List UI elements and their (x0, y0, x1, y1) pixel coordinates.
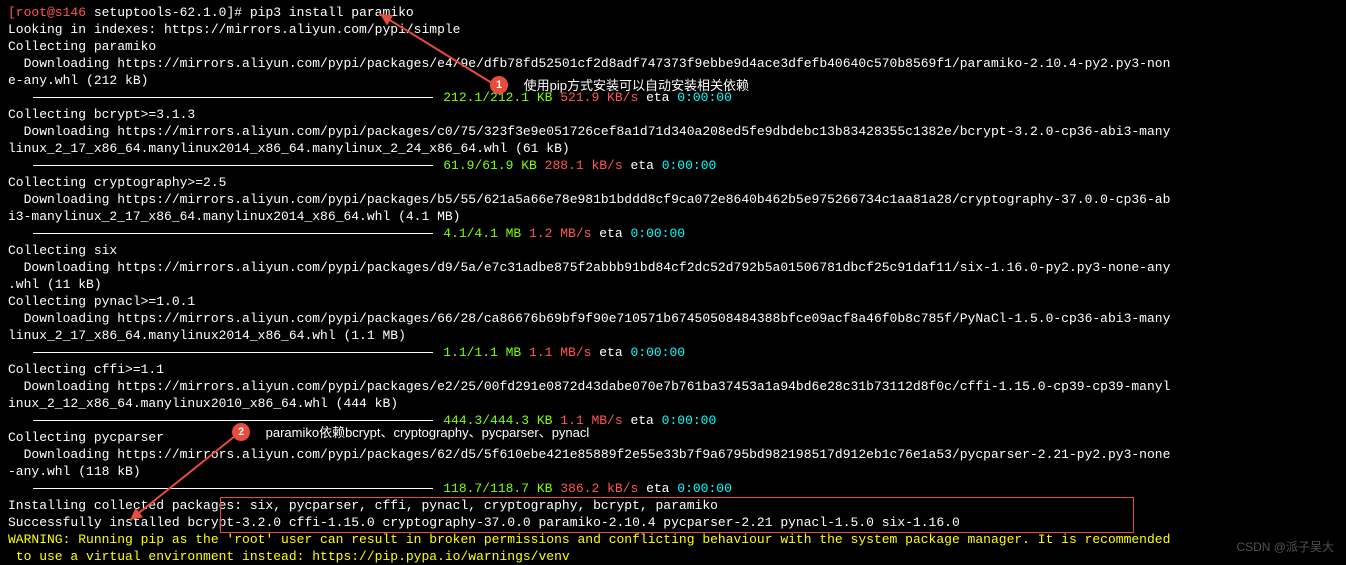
output-line: Downloading https://mirrors.aliyun.com/p… (8, 310, 1338, 327)
output-line: Collecting cffi>=1.1 (8, 361, 1338, 378)
progress-line: 444.3/444.3 KB 1.1 MB/s eta 0:00:00 (8, 412, 1338, 429)
output-line: Downloading https://mirrors.aliyun.com/p… (8, 446, 1338, 463)
watermark: CSDN @派子吴大 (1236, 539, 1334, 556)
output-line: Collecting pynacl>=1.0.1 (8, 293, 1338, 310)
progress-line: 118.7/118.7 KB 386.2 kB/s eta 0:00:00 (8, 480, 1338, 497)
output-line: Collecting six (8, 242, 1338, 259)
annotation-2: 2 paramiko依赖bcrypt、cryptography、pycparse… (232, 423, 589, 441)
output-line: Downloading https://mirrors.aliyun.com/p… (8, 259, 1338, 276)
output-line: Collecting cryptography>=2.5 (8, 174, 1338, 191)
warning-line: to use a virtual environment instead: ht… (8, 548, 1338, 565)
prompt-path: setuptools-62.1.0]# (86, 5, 242, 20)
annotation-2-text: paramiko依赖bcrypt、cryptography、pycparser、… (266, 424, 590, 441)
output-line: inux_2_12_x86_64.manylinux2010_x86_64.wh… (8, 395, 1338, 412)
command: pip3 install paramiko (242, 5, 414, 20)
warning-line: WARNING: Running pip as the 'root' user … (8, 531, 1338, 548)
output-line: Downloading https://mirrors.aliyun.com/p… (8, 378, 1338, 395)
output-line: i3-manylinux_2_17_x86_64.manylinux2014_x… (8, 208, 1338, 225)
output-line: Collecting bcrypt>=3.1.3 (8, 106, 1338, 123)
output-line: Downloading https://mirrors.aliyun.com/p… (8, 123, 1338, 140)
output-line: .whl (11 kB) (8, 276, 1338, 293)
annotation-1: 1 使用pip方式安装可以自动安装相关依赖 (490, 76, 749, 94)
output-line: Collecting paramiko (8, 38, 1338, 55)
progress-line: 4.1/4.1 MB 1.2 MB/s eta 0:00:00 (8, 225, 1338, 242)
output-line: -any.whl (118 kB) (8, 463, 1338, 480)
output-line: Downloading https://mirrors.aliyun.com/p… (8, 55, 1338, 72)
output-line: linux_2_17_x86_64.manylinux2014_x86_64.w… (8, 327, 1338, 344)
prompt-line: [root@s146 setuptools-62.1.0]# pip3 inst… (8, 4, 1338, 21)
annotation-1-text: 使用pip方式安装可以自动安装相关依赖 (524, 77, 749, 94)
output-line: linux_2_17_x86_64.manylinux2014_x86_64.m… (8, 140, 1338, 157)
badge-2-icon: 2 (232, 423, 250, 441)
output-line: Installing collected packages: six, pycp… (8, 497, 1338, 514)
output-line: Downloading https://mirrors.aliyun.com/p… (8, 191, 1338, 208)
badge-1-icon: 1 (490, 76, 508, 94)
success-line: Successfully installed bcrypt-3.2.0 cffi… (8, 514, 1338, 531)
output-line: Collecting pycparser (8, 429, 1338, 446)
progress-line: 1.1/1.1 MB 1.1 MB/s eta 0:00:00 (8, 344, 1338, 361)
prompt-user: [root@s146 (8, 5, 86, 20)
output-line: Looking in indexes: https://mirrors.aliy… (8, 21, 1338, 38)
progress-line: 61.9/61.9 KB 288.1 kB/s eta 0:00:00 (8, 157, 1338, 174)
